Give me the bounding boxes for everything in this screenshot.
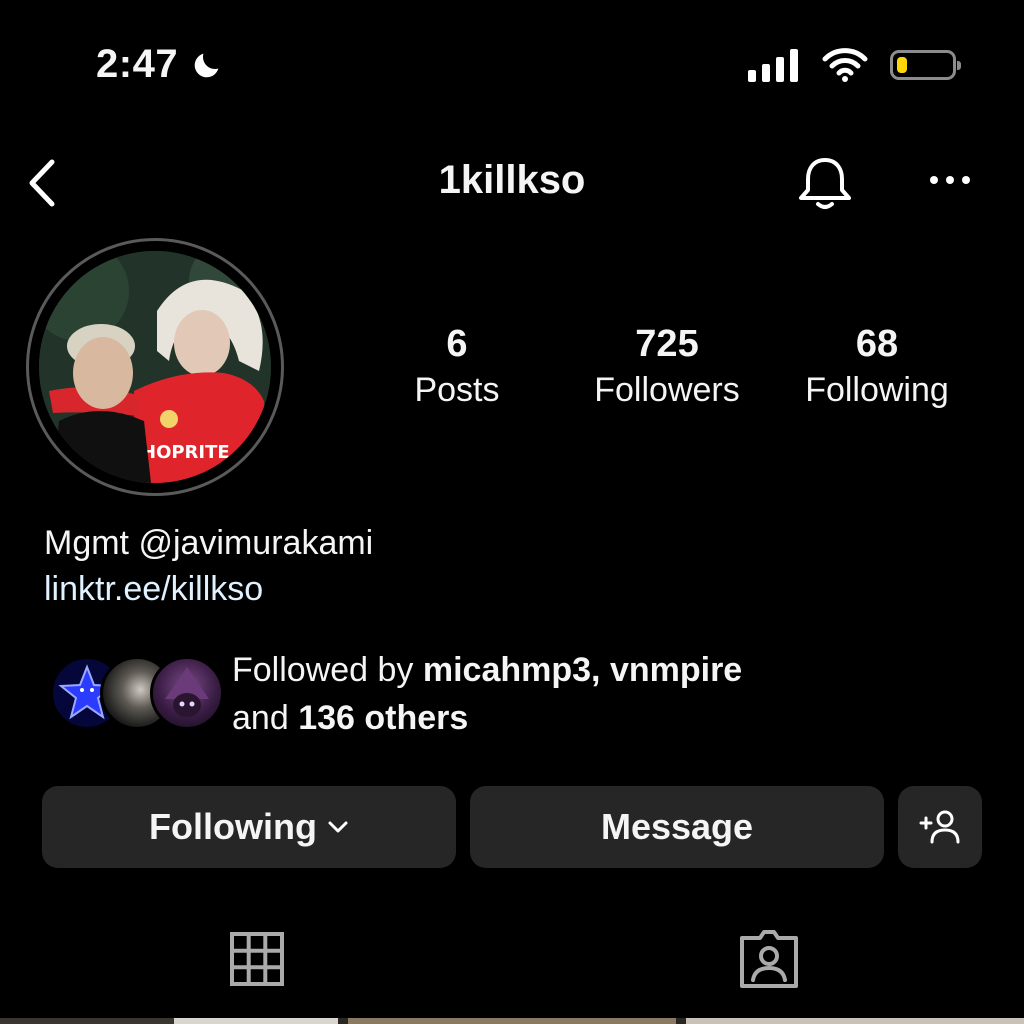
followers-label: Followers xyxy=(594,371,740,409)
posts-count: 6 xyxy=(446,323,468,365)
wifi-icon xyxy=(822,48,868,82)
bio-line: Mgmt @javimurakami xyxy=(44,524,374,562)
following-label: Following xyxy=(805,371,949,409)
battery-level xyxy=(897,57,907,73)
avatar-image: HOPRITE xyxy=(39,251,271,483)
battery-icon xyxy=(890,50,961,80)
followers-count: 725 xyxy=(635,323,699,365)
posts-label: Posts xyxy=(414,371,500,409)
time-label: 2:47 xyxy=(96,42,179,86)
more-horizontal-icon[interactable] xyxy=(928,172,972,188)
followed-by-others: 136 others xyxy=(298,699,469,737)
stat-following[interactable]: 68 Following xyxy=(790,322,964,414)
mutual-avatar xyxy=(150,656,224,730)
message-button-label: Message xyxy=(600,806,754,847)
profile-bio: Mgmt @javimurakami linktr.ee/killkso xyxy=(44,520,373,612)
stat-posts[interactable]: 6 Posts xyxy=(400,322,514,414)
following-count: 68 xyxy=(855,323,899,365)
followed-by-names: micahmp3, vnmpire xyxy=(422,651,743,689)
mutual-followers-avatars[interactable] xyxy=(50,656,224,732)
status-time: 2:47 xyxy=(96,42,224,87)
moon-icon xyxy=(194,53,219,77)
status-indicators xyxy=(748,48,961,82)
character-icon xyxy=(165,667,209,717)
followed-by-and: and xyxy=(232,699,299,737)
profile-avatar[interactable]: HOPRITE xyxy=(26,238,284,496)
posts-grid-preview xyxy=(0,1018,1024,1024)
stat-followers[interactable]: 725 Followers xyxy=(580,322,754,414)
followed-by-prefix: Followed by xyxy=(232,651,423,689)
profile-screen: 2:47 1killkso HOPRITE 6 Posts 725 Follow… xyxy=(0,0,1024,1024)
following-button[interactable]: Following xyxy=(42,786,456,868)
bell-icon[interactable] xyxy=(796,154,854,214)
profile-username: 1killkso xyxy=(438,158,586,202)
message-button[interactable]: Message xyxy=(470,786,884,868)
add-person-icon xyxy=(919,810,960,844)
grid-icon[interactable] xyxy=(230,932,284,986)
signal-icon xyxy=(748,49,798,82)
following-button-label: Following xyxy=(149,806,317,847)
shirt-text: HOPRITE xyxy=(141,442,230,463)
bio-link[interactable]: linktr.ee/killkso xyxy=(44,566,373,612)
chevron-down-icon xyxy=(328,821,348,833)
add-person-button[interactable] xyxy=(898,786,982,868)
tagged-person-icon[interactable] xyxy=(738,928,800,990)
followed-by-text[interactable]: Followed by micahmp3, vnmpire and 136 ot… xyxy=(232,646,742,742)
avatar-photo-illustration: HOPRITE xyxy=(39,251,271,483)
